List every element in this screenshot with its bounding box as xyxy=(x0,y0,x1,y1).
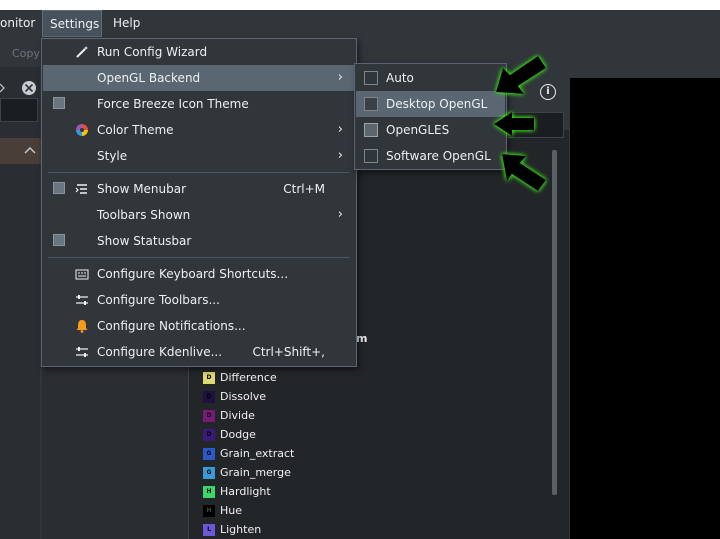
effect-item[interactable]: L Lighten xyxy=(203,520,261,539)
middle-panel xyxy=(42,365,189,539)
effect-icon: D xyxy=(203,428,215,441)
menu-item-color-theme[interactable]: Color Theme › xyxy=(43,117,355,143)
effect-icon: H xyxy=(203,504,215,517)
effect-label: Dodge xyxy=(220,428,256,441)
menu-item-label: Force Breeze Icon Theme xyxy=(97,97,249,111)
chevron-right-icon: › xyxy=(337,207,343,222)
effects-scrollbar[interactable] xyxy=(552,150,557,495)
checkbox-icon[interactable] xyxy=(53,97,65,109)
settings-menu: Run Config Wizard OpenGL Backend › Force… xyxy=(41,38,357,367)
effects-category-heading: m xyxy=(356,332,368,345)
checkbox-icon[interactable] xyxy=(364,149,378,163)
effect-item[interactable]: D Dissolve xyxy=(203,387,266,406)
effect-icon: L xyxy=(203,523,215,536)
left-toolbar-icons xyxy=(0,81,36,95)
chevron-right-icon: › xyxy=(337,148,343,163)
info-icon[interactable]: i xyxy=(540,84,556,100)
effect-item[interactable]: G Grain_extract xyxy=(203,444,294,463)
menu-item-toolbars-shown[interactable]: Toolbars Shown › xyxy=(43,202,355,228)
menu-item-label: Style xyxy=(97,149,128,163)
wand-icon xyxy=(76,46,88,58)
submenu-item-label: Software OpenGL xyxy=(386,149,491,163)
menu-item-label: Color Theme xyxy=(97,123,174,137)
effect-label: Lighten xyxy=(220,523,262,536)
chevron-up-icon[interactable] xyxy=(24,146,36,154)
menu-settings[interactable]: Settings xyxy=(42,10,102,37)
effect-label: Grain_merge xyxy=(220,466,291,479)
effect-item[interactable]: D Dodge xyxy=(203,425,256,444)
effect-label: Hue xyxy=(220,504,243,517)
checkbox-icon[interactable] xyxy=(364,97,378,111)
checkbox-icon[interactable] xyxy=(53,182,65,194)
menubar-icon xyxy=(75,184,87,194)
menu-item-opengl-backend[interactable]: OpenGL Backend › xyxy=(43,65,355,91)
menubar: onitor Settings Help xyxy=(0,10,720,37)
submenu-item-label: Auto xyxy=(386,71,414,85)
submenu-item-software-opengl[interactable]: Software OpenGL xyxy=(356,143,505,169)
menu-separator xyxy=(48,257,350,258)
copy-button[interactable]: Copy xyxy=(12,47,40,60)
effect-icon: D xyxy=(203,371,215,384)
menu-item-label: Configure Keyboard Shortcuts... xyxy=(97,267,289,281)
menu-item-label: Configure Toolbars... xyxy=(97,293,220,307)
menu-help[interactable]: Help xyxy=(106,10,147,37)
menu-item-style[interactable]: Style › xyxy=(43,143,355,169)
checkbox-icon[interactable] xyxy=(364,123,378,137)
menu-item-configure-toolbars[interactable]: Configure Toolbars... xyxy=(43,287,355,313)
menu-item-label: Show Statusbar xyxy=(97,234,192,248)
menu-item-label: Configure Notifications... xyxy=(97,319,246,333)
submenu-item-auto[interactable]: Auto xyxy=(356,65,505,91)
menu-item-label: Run Config Wizard xyxy=(97,45,208,59)
submenu-item-desktop-opengl[interactable]: Desktop OpenGL xyxy=(356,91,505,117)
effect-item[interactable]: H Hue xyxy=(203,501,242,520)
submenu-item-label: OpenGLES xyxy=(386,123,450,137)
menu-item-show-statusbar[interactable]: Show Statusbar xyxy=(43,228,355,254)
checkbox-icon[interactable] xyxy=(53,234,65,246)
effect-item[interactable]: D Divide xyxy=(203,406,255,425)
effect-item[interactable]: H Hardlight xyxy=(203,482,271,501)
effect-icon: H xyxy=(203,485,215,498)
bell-icon xyxy=(76,320,88,333)
effect-icon: G xyxy=(203,466,215,479)
menu-separator xyxy=(48,172,350,173)
effect-item[interactable]: G Grain_merge xyxy=(203,463,291,482)
effects-search-field[interactable] xyxy=(498,112,564,138)
menu-item-run-config-wizard[interactable]: Run Config Wizard xyxy=(43,39,355,65)
chevron-right-icon: › xyxy=(337,70,343,85)
effect-label: Difference xyxy=(220,371,277,384)
effect-icon: G xyxy=(203,447,215,460)
effect-icon: D xyxy=(203,409,215,422)
effect-label: Divide xyxy=(220,409,255,422)
menu-item-configure-notifications[interactable]: Configure Notifications... xyxy=(43,313,355,339)
monitor-view xyxy=(570,78,720,539)
keyboard-icon xyxy=(75,269,89,280)
shortcut-label: Ctrl+Shift+, xyxy=(252,345,325,359)
menu-item-force-breeze-icon-theme[interactable]: Force Breeze Icon Theme xyxy=(43,91,355,117)
effect-icon: D xyxy=(203,390,215,403)
configure-icon xyxy=(76,347,88,357)
effect-label: Hardlight xyxy=(220,485,271,498)
menu-item-configure-kdenlive[interactable]: Configure Kdenlive... Ctrl+Shift+, xyxy=(43,339,355,365)
color-wheel-icon xyxy=(76,124,88,136)
chevron-right-icon: › xyxy=(337,122,343,137)
menu-item-configure-keyboard-shortcuts[interactable]: Configure Keyboard Shortcuts... xyxy=(43,261,355,287)
shortcut-label: Ctrl+M xyxy=(283,182,325,196)
effect-label: Dissolve xyxy=(220,390,267,403)
left-list-header[interactable] xyxy=(0,138,42,164)
effect-label: Grain_extract xyxy=(220,447,295,460)
checkbox-icon[interactable] xyxy=(364,71,378,85)
left-search-field[interactable] xyxy=(0,98,38,122)
menu-item-label: Toolbars Shown xyxy=(97,208,191,222)
menu-item-label: Configure Kdenlive... xyxy=(97,345,223,359)
menu-item-label: OpenGL Backend xyxy=(97,71,201,85)
submenu-item-opengles[interactable]: OpenGLES xyxy=(356,117,505,143)
menu-item-label: Show Menubar xyxy=(97,182,187,196)
menu-item-show-menubar[interactable]: Show Menubar Ctrl+M xyxy=(43,176,355,202)
configure-icon xyxy=(76,295,88,305)
opengl-backend-submenu: Auto Desktop OpenGL OpenGLES Software Op… xyxy=(354,63,507,170)
submenu-item-label: Desktop OpenGL xyxy=(386,97,488,111)
effect-item[interactable]: D Difference xyxy=(203,368,277,387)
